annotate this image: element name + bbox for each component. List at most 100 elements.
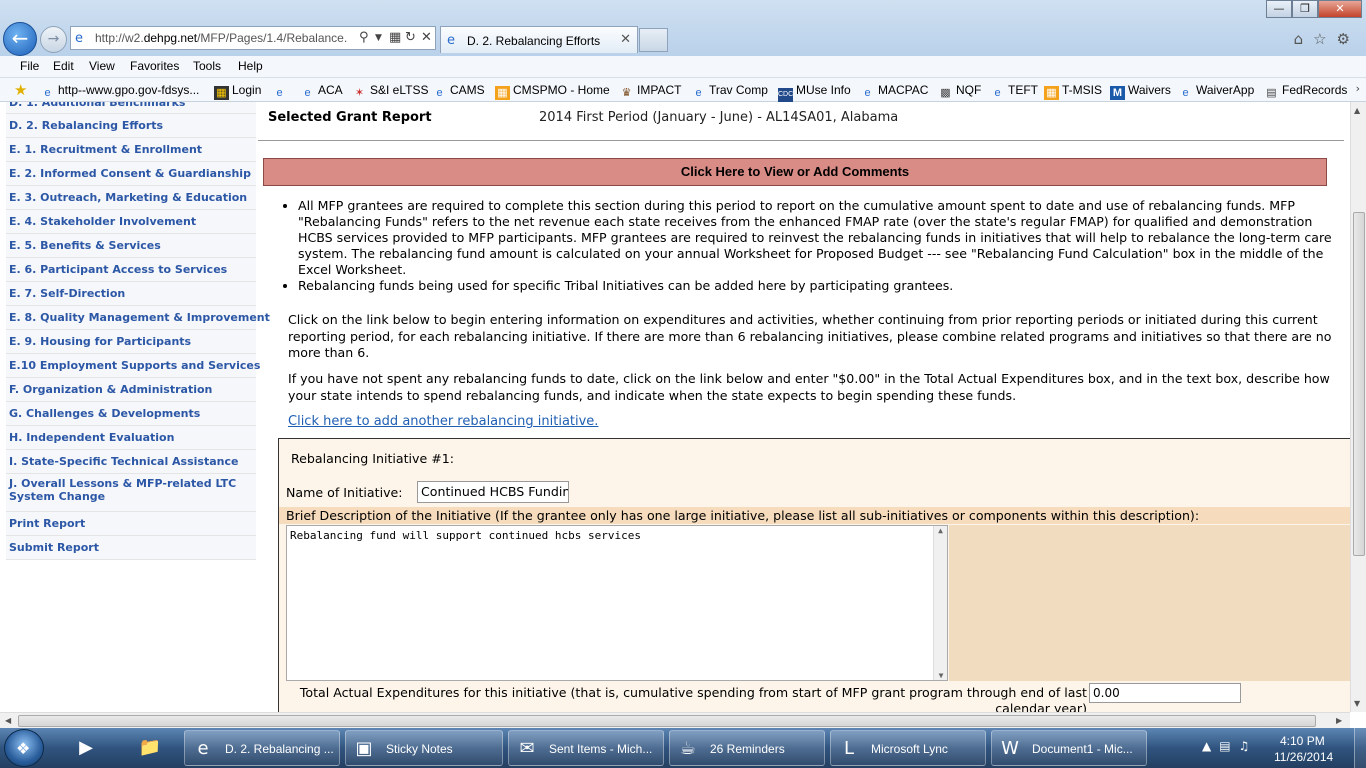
show-hidden-icon[interactable]: ▲ xyxy=(1202,739,1219,753)
sidebar-item-benefits[interactable]: E. 5. Benefits & Services xyxy=(6,234,256,258)
fav-link[interactable]: e xyxy=(272,83,290,100)
sidebar-item-participant-access[interactable]: E. 6. Participant Access to Services xyxy=(6,258,256,282)
sidebar-item-overall-lessons[interactable]: J. Overall Lessons & MFP-related LTC Sys… xyxy=(6,474,256,512)
fav-link[interactable]: ♛ IMPACT xyxy=(619,83,682,100)
sidebar-item-self-direction[interactable]: E. 7. Self-Direction xyxy=(6,282,256,306)
forward-button[interactable]: → xyxy=(40,26,67,53)
back-button[interactable]: ← xyxy=(3,22,37,56)
minimize-button[interactable]: — xyxy=(1266,0,1292,18)
vertical-scrollbar[interactable]: ▲ ▼ xyxy=(1350,102,1366,712)
new-tab-button[interactable] xyxy=(639,28,668,52)
search-icon[interactable]: ⚲ xyxy=(359,30,369,45)
fav-link[interactable]: e CAMS xyxy=(432,83,484,100)
sidebar-item-additional-benchmarks[interactable]: D. 1. Additional Benchmarks xyxy=(6,102,256,114)
compat-view-icon[interactable]: ▦ xyxy=(389,30,401,45)
start-button[interactable]: ❖ xyxy=(4,729,44,767)
fav-link[interactable]: e MACPAC xyxy=(860,83,928,100)
menu-bar: File Edit View Favorites Tools Help xyxy=(0,56,1366,78)
dropdown-icon[interactable]: ▼ xyxy=(375,33,382,43)
fav-link[interactable]: e http--www.gpo.gov-fdsys... xyxy=(40,83,199,100)
taskbar-item-reminders[interactable]: ☕ 26 Reminders xyxy=(669,730,825,766)
scroll-down-icon[interactable]: ▼ xyxy=(934,671,948,680)
file-explorer-icon[interactable]: 📁 xyxy=(128,730,172,766)
fav-link[interactable]: ▤ FedRecords xyxy=(1264,83,1347,100)
address-bar[interactable]: e http://w2.dehpg.net/MFP/Pages/1.4/Reba… xyxy=(70,26,436,50)
home-icon[interactable]: ⌂ xyxy=(1294,30,1314,48)
settings-gear-icon[interactable]: ⚙ xyxy=(1337,30,1360,48)
scroll-thumb[interactable] xyxy=(18,715,1316,727)
menu-view[interactable]: View xyxy=(89,59,115,73)
ie-icon: e xyxy=(276,87,283,99)
sidebar-item-quality[interactable]: E. 8. Quality Management & Improvement xyxy=(6,306,270,330)
refresh-icon[interactable]: ↻ xyxy=(405,30,416,45)
fav-label: Login xyxy=(232,83,262,97)
fav-link[interactable]: ▩ NQF xyxy=(938,83,981,100)
fav-link[interactable]: ▦ Login xyxy=(214,83,261,100)
view-comments-button[interactable]: Click Here to View or Add Comments xyxy=(263,158,1327,186)
taskbar-label: Microsoft Lync xyxy=(871,742,948,756)
taskbar-item-ie[interactable]: e D. 2. Rebalancing ... xyxy=(184,730,340,766)
url-text[interactable]: http://w2.dehpg.net/MFP/Pages/1.4/Rebala… xyxy=(95,31,357,45)
menu-help[interactable]: Help xyxy=(238,59,263,73)
sidebar-item-print-report[interactable]: Print Report xyxy=(6,512,256,536)
sidebar-item-employment[interactable]: E.10 Employment Supports and Services xyxy=(6,354,260,378)
volume-icon[interactable]: ♫ xyxy=(1239,739,1258,753)
fav-link[interactable]: ▦ T-MSIS xyxy=(1044,83,1102,100)
scroll-up-icon[interactable]: ▲ xyxy=(934,526,947,535)
menu-edit[interactable]: Edit xyxy=(53,59,74,73)
sidebar-item-stakeholder[interactable]: E. 4. Stakeholder Involvement xyxy=(6,210,256,234)
close-tab-icon[interactable]: ✕ xyxy=(620,32,631,47)
sidebar-item-rebalancing-efforts[interactable]: D. 2. Rebalancing Efforts xyxy=(6,114,256,138)
initiative-title: Rebalancing Initiative #1: xyxy=(291,451,455,466)
sidebar-item-evaluation[interactable]: H. Independent Evaluation xyxy=(6,426,256,450)
menu-tools[interactable]: Tools xyxy=(193,59,221,73)
taskbar-item-outlook[interactable]: ✉ Sent Items - Mich... xyxy=(508,730,664,766)
instruction-item: All MFP grantees are required to complet… xyxy=(298,198,1340,278)
fav-link[interactable]: e Trav Comp xyxy=(691,83,767,100)
stop-icon[interactable]: ✕ xyxy=(421,30,432,45)
sidebar-item-organization[interactable]: F. Organization & Administration xyxy=(6,378,256,402)
taskbar-item-lync[interactable]: L Microsoft Lync xyxy=(830,730,986,766)
clock-date[interactable]: 11/26/2014 xyxy=(1274,750,1333,764)
expenditures-input[interactable]: 0.00 xyxy=(1089,683,1241,703)
fav-link[interactable]: ✶ S&I eLTSS xyxy=(352,83,429,100)
tab-rebalancing[interactable]: e D. 2. Rebalancing Efforts ✕ xyxy=(440,26,638,53)
fav-link[interactable]: e ACA xyxy=(300,83,342,100)
show-desktop-button[interactable] xyxy=(1354,728,1366,768)
horizontal-scrollbar[interactable]: ◀ ▶ xyxy=(0,712,1350,728)
scroll-right-icon[interactable]: ▶ xyxy=(1336,716,1342,725)
media-player-icon[interactable]: ▶ xyxy=(64,730,108,766)
scroll-down-icon[interactable]: ▼ xyxy=(1354,699,1360,708)
fav-link[interactable]: e WaiverApp xyxy=(1178,83,1254,100)
network-icon[interactable]: ▤ xyxy=(1219,739,1238,753)
sidebar-item-submit-report[interactable]: Submit Report xyxy=(6,536,256,560)
menu-favorites[interactable]: Favorites xyxy=(130,59,179,73)
fav-link[interactable]: CDC MUse Info xyxy=(778,83,851,102)
sidebar-item-informed-consent[interactable]: E. 2. Informed Consent & Guardianship xyxy=(6,162,256,186)
fav-link[interactable]: M Waivers xyxy=(1110,83,1171,100)
sidebar-item-housing[interactable]: E. 9. Housing for Participants xyxy=(6,330,256,354)
sidebar-item-technical-assistance[interactable]: I. State-Specific Technical Assistance xyxy=(6,450,256,474)
taskbar-item-word[interactable]: W Document1 - Mic... xyxy=(991,730,1147,766)
clock-time[interactable]: 4:10 PM xyxy=(1280,734,1325,748)
scroll-left-icon[interactable]: ◀ xyxy=(5,716,11,725)
chevron-right-icon[interactable]: › xyxy=(1356,82,1360,95)
menu-file[interactable]: File xyxy=(20,59,39,73)
sidebar-item-outreach[interactable]: E. 3. Outreach, Marketing & Education xyxy=(6,186,256,210)
close-window-button[interactable]: ✕ xyxy=(1318,0,1362,18)
scroll-up-icon[interactable]: ▲ xyxy=(1354,106,1360,115)
textarea-scrollbar[interactable]: ▲ ▼ xyxy=(933,526,947,680)
scroll-thumb[interactable] xyxy=(1353,212,1365,556)
restore-button[interactable]: ❐ xyxy=(1292,0,1318,18)
fav-link[interactable]: ▦ CMSPMO - Home xyxy=(495,83,610,100)
ie-icon: e xyxy=(436,87,443,99)
sidebar-item-recruitment[interactable]: E. 1. Recruitment & Enrollment xyxy=(6,138,256,162)
fav-link[interactable]: e TEFT xyxy=(990,83,1038,100)
add-initiative-link[interactable]: Click here to add another rebalancing in… xyxy=(288,414,598,429)
favorites-star-icon[interactable]: ★ xyxy=(14,81,27,99)
sidebar-item-challenges[interactable]: G. Challenges & Developments xyxy=(6,402,256,426)
description-textarea[interactable]: Rebalancing fund will support continued … xyxy=(286,525,948,681)
taskbar-item-sticky-notes[interactable]: ▣ Sticky Notes xyxy=(345,730,503,766)
initiative-name-input[interactable]: Continued HCBS Funding xyxy=(417,481,569,503)
favorites-star-icon[interactable]: ☆ xyxy=(1313,30,1336,48)
